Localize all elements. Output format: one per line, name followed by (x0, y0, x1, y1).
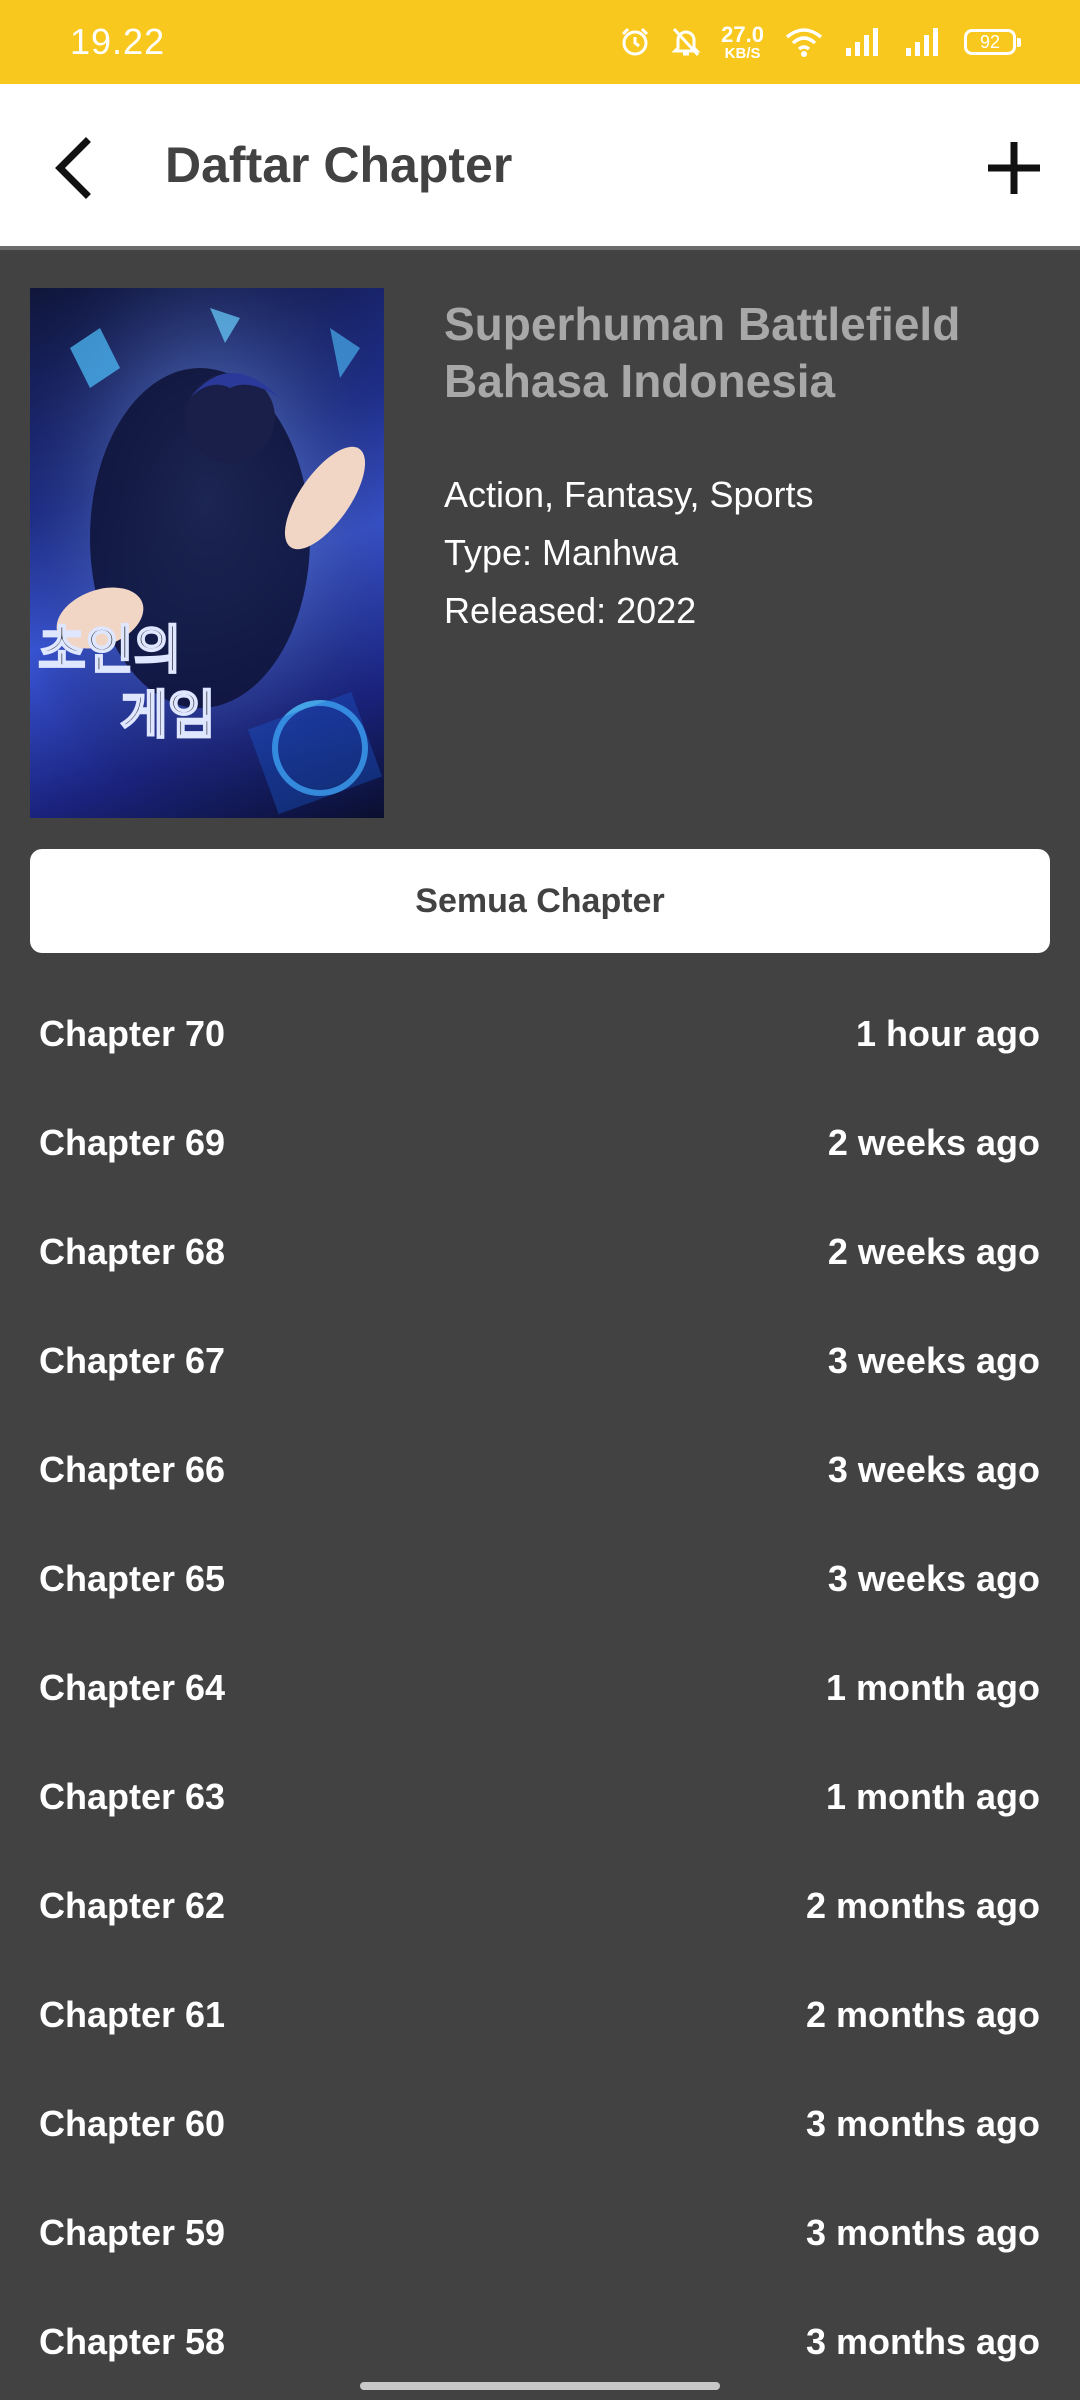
chapter-time: 2 weeks ago (827, 1230, 1040, 1272)
chapter-time: 3 weeks ago (827, 1557, 1040, 1599)
add-button[interactable] (982, 136, 1046, 200)
chapter-time: 3 months ago (805, 2211, 1040, 2253)
signal-icon (846, 28, 878, 56)
chapter-row[interactable]: Chapter 66 3 weeks ago (0, 1415, 1080, 1524)
chapter-row[interactable]: Chapter 64 1 month ago (0, 1633, 1080, 1742)
bell-muted-icon (671, 27, 701, 57)
signal-icon (906, 28, 938, 56)
status-bar: 19.22 27.0 KB/S 92 (0, 0, 1080, 84)
chapter-name: Chapter 67 (39, 1339, 226, 1381)
chapter-time: 1 month ago (826, 1775, 1040, 1817)
chapter-row[interactable]: Chapter 70 1 hour ago (0, 979, 1080, 1088)
chapter-name: Chapter 68 (39, 1230, 226, 1272)
svg-text:초인의: 초인의 (38, 621, 182, 681)
chapter-row[interactable]: Chapter 69 2 weeks ago (0, 1088, 1080, 1197)
chapter-list: Chapter 70 1 hour ago Chapter 69 2 weeks a… (0, 979, 1080, 2396)
back-button[interactable] (44, 132, 104, 204)
manga-released: Released: 2022 (444, 590, 697, 631)
chapter-row[interactable]: Chapter 63 1 month ago (0, 1742, 1080, 1851)
chapter-time: 2 weeks ago (827, 1121, 1040, 1163)
back-arrow-icon (55, 137, 91, 199)
chapter-name: Chapter 65 (39, 1557, 226, 1599)
manga-cover-image: 초인의 게임 (30, 288, 384, 818)
chapter-row[interactable]: Chapter 58 3 months ago (0, 2287, 1080, 2396)
status-time: 19.22 (70, 21, 166, 62)
chapter-name: Chapter 66 (39, 1448, 226, 1490)
battery-icon: 92 (964, 29, 1021, 55)
home-indicator[interactable] (360, 2382, 720, 2390)
all-chapters-button[interactable]: Semua Chapter (30, 849, 1050, 953)
chapter-name: Chapter 60 (39, 2102, 226, 2144)
chapter-row[interactable]: Chapter 68 2 weeks ago (0, 1197, 1080, 1306)
chapter-name: Chapter 70 (39, 1012, 226, 1054)
chapter-row[interactable]: Chapter 61 2 months ago (0, 1960, 1080, 2069)
manga-type: Type: Manhwa (444, 532, 679, 573)
net-speed-value: 27.0 (721, 21, 764, 47)
chapter-time: 2 months ago (805, 1884, 1040, 1926)
chapter-time: 1 hour ago (855, 1012, 1040, 1054)
svg-text:게임: 게임 (120, 686, 216, 746)
chapter-name: Chapter 62 (39, 1884, 226, 1926)
chapter-time: 3 weeks ago (827, 1448, 1040, 1490)
manga-title: Superhuman Battlefield Bahasa Indonesia (444, 298, 961, 407)
manga-genres: Action, Fantasy, Sports (444, 474, 814, 515)
wifi-icon (785, 28, 823, 57)
battery-level: 92 (979, 31, 1001, 52)
chapter-time: 3 months ago (805, 2102, 1040, 2144)
chapter-row[interactable]: Chapter 65 3 weeks ago (0, 1524, 1080, 1633)
alarm-icon (622, 27, 649, 56)
chapter-time: 3 months ago (805, 2320, 1040, 2362)
chapter-name: Chapter 63 (39, 1775, 226, 1817)
chapter-row[interactable]: Chapter 62 2 months ago (0, 1851, 1080, 1960)
chapter-row[interactable]: Chapter 59 3 months ago (0, 2178, 1080, 2287)
chapter-time: 1 month ago (826, 1666, 1040, 1708)
net-speed: 27.0 KB/S (721, 21, 764, 62)
chapter-name: Chapter 58 (39, 2320, 226, 2362)
page-title: Daftar Chapter (165, 137, 513, 193)
chapter-time: 2 months ago (805, 1993, 1040, 2035)
chapter-name: Chapter 59 (39, 2211, 226, 2253)
app-bar: Daftar Chapter (0, 84, 1080, 250)
plus-icon (988, 142, 1040, 194)
chapter-name: Chapter 64 (39, 1666, 226, 1708)
chapter-name: Chapter 61 (39, 1993, 226, 2035)
chapter-row[interactable]: Chapter 67 3 weeks ago (0, 1306, 1080, 1415)
chapter-name: Chapter 69 (39, 1121, 226, 1163)
net-speed-unit: KB/S (724, 44, 761, 62)
chapter-row[interactable]: Chapter 60 3 months ago (0, 2069, 1080, 2178)
chapter-time: 3 weeks ago (827, 1339, 1040, 1381)
status-icons: 27.0 KB/S 92 (619, 21, 1021, 62)
